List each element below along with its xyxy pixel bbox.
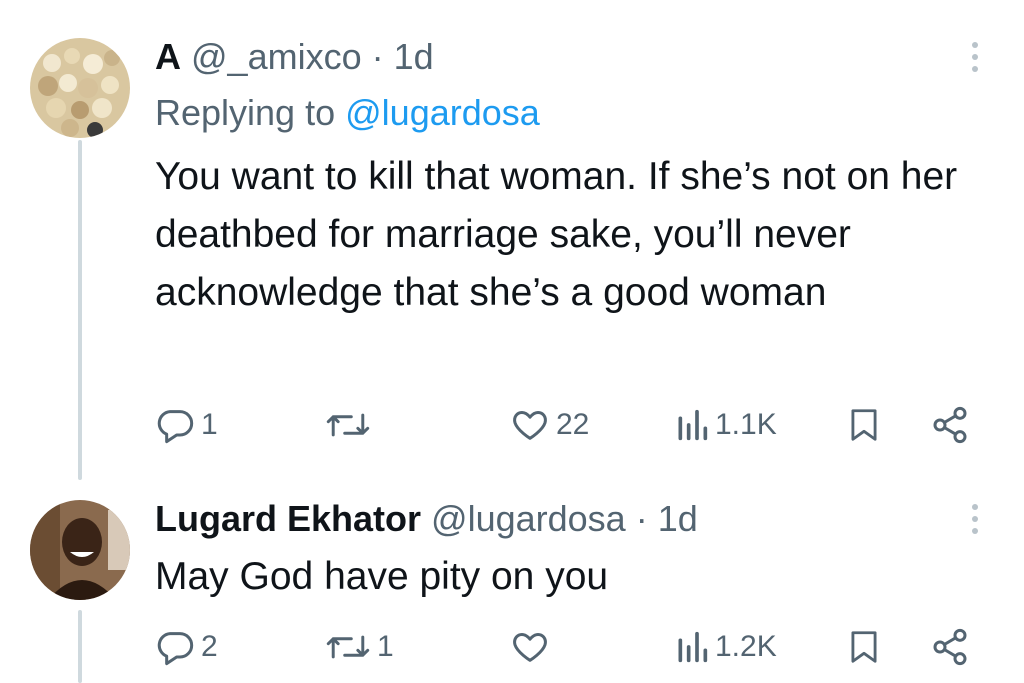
reply-count: 2 <box>201 630 218 663</box>
handle[interactable]: @_amixco <box>191 36 362 77</box>
like-button[interactable] <box>510 622 556 672</box>
bookmark-icon <box>851 409 877 441</box>
heart-icon <box>513 411 547 440</box>
retweet-icon <box>326 635 370 659</box>
reply-count: 1 <box>201 408 218 441</box>
timestamp[interactable]: 1d <box>394 36 434 77</box>
like-count: 22 <box>556 408 590 441</box>
separator: · <box>371 36 384 77</box>
thread-line <box>78 140 82 480</box>
display-name[interactable]: Lugard Ekhator <box>155 498 421 539</box>
avatar[interactable] <box>30 500 130 600</box>
separator: · <box>635 498 648 539</box>
action-bar: 2 1 1.2K <box>155 622 975 672</box>
reply-button[interactable]: 1 <box>155 400 218 450</box>
like-button[interactable]: 22 <box>510 400 589 450</box>
retweet-count: 1 <box>377 630 394 663</box>
share-icon <box>933 628 967 666</box>
views-button[interactable]: 1.1K <box>675 400 777 450</box>
heart-icon <box>513 633 547 662</box>
tweet-text: May God have pity on you <box>155 555 609 598</box>
replying-to-label: Replying to <box>155 92 336 133</box>
views-icon <box>678 631 708 663</box>
replying-to: Replying to @lugardosa <box>155 91 540 135</box>
reply-button[interactable]: 2 <box>155 622 218 672</box>
share-button[interactable] <box>930 400 970 450</box>
avatar[interactable] <box>30 38 130 138</box>
views-icon <box>678 409 708 441</box>
tweet-header: Lugard Ekhator @lugardosa · 1d <box>155 497 698 541</box>
reply-icon <box>157 410 194 444</box>
views-count: 1.2K <box>715 630 777 663</box>
display-name[interactable]: A <box>155 36 181 77</box>
replying-to-handle[interactable]: @lugardosa <box>345 92 540 133</box>
retweet-icon <box>326 413 370 437</box>
reply-icon <box>157 632 194 666</box>
more-vertical-icon[interactable] <box>970 504 980 534</box>
thread-line <box>78 610 82 683</box>
tweet-1[interactable]: A @_amixco · 1d Replying to @lugardosa Y… <box>0 0 1024 480</box>
handle[interactable]: @lugardosa <box>431 498 626 539</box>
bookmark-icon <box>851 631 877 663</box>
timestamp[interactable]: 1d <box>658 498 698 539</box>
bookmark-button[interactable] <box>845 622 883 672</box>
more-vertical-icon[interactable] <box>970 42 980 72</box>
tweet-text: You want to kill that woman. If she’s no… <box>155 155 958 314</box>
retweet-button[interactable] <box>325 400 377 450</box>
tweet-header: A @_amixco · 1d <box>155 35 434 79</box>
share-button[interactable] <box>930 622 970 672</box>
views-count: 1.1K <box>715 408 777 441</box>
action-bar: 1 22 1.1K <box>155 400 975 450</box>
views-button[interactable]: 1.2K <box>675 622 777 672</box>
share-icon <box>933 406 967 444</box>
bookmark-button[interactable] <box>845 400 883 450</box>
retweet-button[interactable]: 1 <box>325 622 394 672</box>
